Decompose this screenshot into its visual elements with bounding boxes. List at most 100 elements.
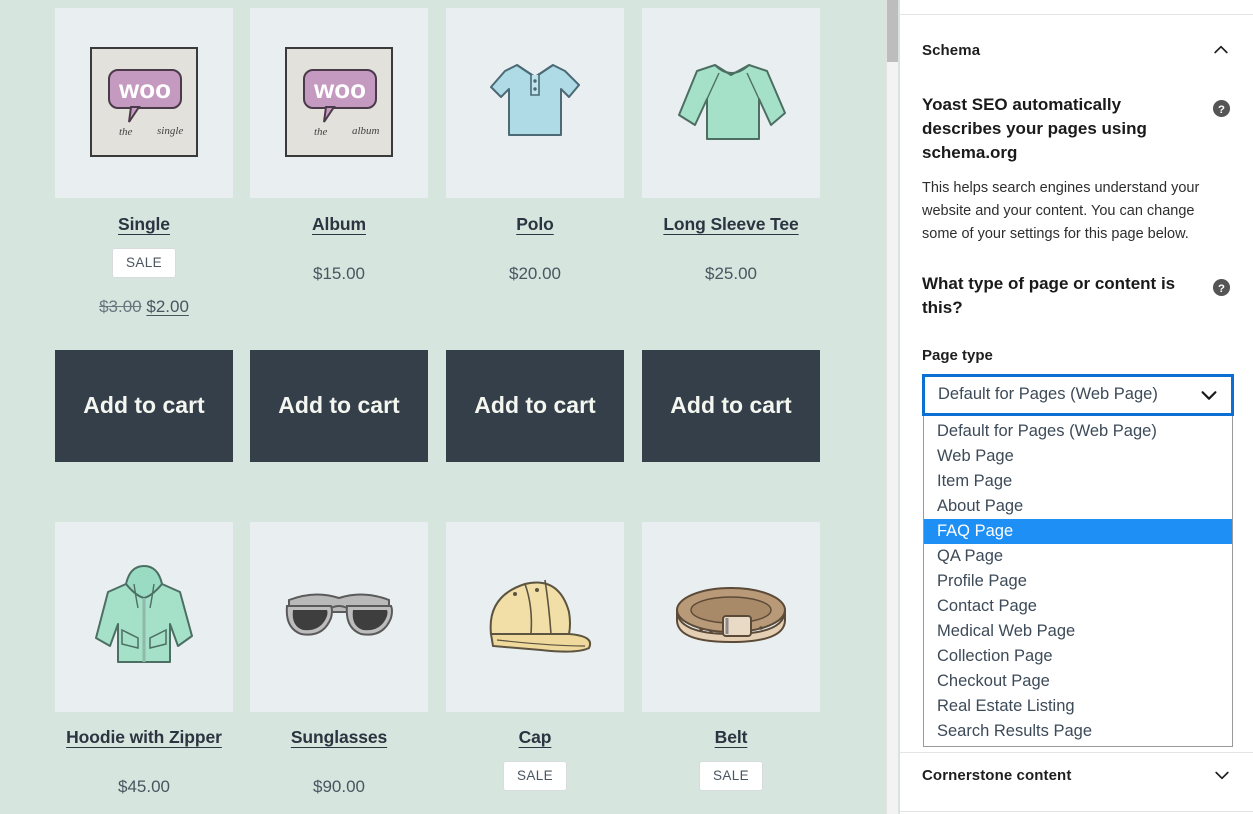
product-card xyxy=(642,522,837,712)
page-type-option[interactable]: QA Page xyxy=(924,544,1232,569)
chevron-down-icon[interactable] xyxy=(1198,384,1220,406)
product-title[interactable]: Hoodie with Zipper xyxy=(43,727,245,748)
svg-text:single: single xyxy=(157,125,183,137)
schema-panel-title: Schema xyxy=(922,42,980,59)
add-to-cart-button[interactable]: Add to cart xyxy=(446,350,624,462)
svg-text:the: the xyxy=(314,126,328,138)
page-type-option-list[interactable]: Default for Pages (Web Page)Web PageItem… xyxy=(923,416,1233,747)
price-sale[interactable]: $2.00 xyxy=(146,297,189,316)
product-image[interactable] xyxy=(446,8,624,198)
cornerstone-panel-title: Cornerstone content xyxy=(922,767,1071,784)
page-type-option[interactable]: Real Estate Listing xyxy=(924,694,1232,719)
chevron-down-icon[interactable] xyxy=(1212,765,1232,785)
schema-panel-body: Yoast SEO automatically describes your p… xyxy=(900,93,1253,416)
page-type-option[interactable]: Profile Page xyxy=(924,569,1232,594)
page-type-option[interactable]: About Page xyxy=(924,494,1232,519)
page-type-option[interactable]: Search Results Page xyxy=(924,719,1232,744)
product-info: Hoodie with Zipper $45.00 xyxy=(43,727,245,797)
schema-lead-text: Yoast SEO automatically describes your p… xyxy=(922,93,1192,165)
add-to-cart-button[interactable]: Add to cart xyxy=(55,350,233,462)
page-type-select[interactable]: Default for Pages (Web Page) xyxy=(922,374,1234,416)
page-type-label: Page type xyxy=(922,347,1231,364)
product-image[interactable]: woo the album xyxy=(250,8,428,198)
long-sleeve-tee-icon xyxy=(667,43,795,163)
product-card xyxy=(446,522,641,712)
product-title[interactable]: Sunglasses xyxy=(250,727,428,748)
product-card xyxy=(642,8,837,198)
svg-text:album: album xyxy=(352,125,380,137)
page-type-option[interactable]: Collection Page xyxy=(924,644,1232,669)
scrollbar-thumb[interactable] xyxy=(887,0,898,62)
product-image[interactable] xyxy=(642,8,820,198)
cornerstone-panel-header[interactable]: Cornerstone content xyxy=(900,753,1253,797)
product-image[interactable] xyxy=(446,522,624,712)
product-price: $3.00 $2.00 xyxy=(55,297,233,317)
page-type-option[interactable]: Checkout Page xyxy=(924,669,1232,694)
product-badge-wrap: SALE xyxy=(446,761,624,791)
product-image[interactable] xyxy=(250,522,428,712)
product-title[interactable]: Belt xyxy=(642,727,820,748)
product-info: Sunglasses $90.00 xyxy=(250,727,428,797)
product-info: Long Sleeve Tee $25.00 xyxy=(642,214,820,284)
help-circle-icon[interactable]: ? xyxy=(1212,99,1231,118)
product-title[interactable]: Album xyxy=(250,214,428,235)
product-card: woo the album xyxy=(250,8,445,198)
product-card xyxy=(250,522,445,712)
status-badge: SALE xyxy=(699,761,763,791)
svg-text:woo: woo xyxy=(313,74,366,104)
svg-text:the: the xyxy=(119,126,133,138)
yoast-seo-sidebar: Schema Yoast SEO automatically describes… xyxy=(899,0,1253,814)
page-type-option[interactable]: FAQ Page xyxy=(924,519,1232,544)
hoodie-with-zipper-icon xyxy=(82,554,206,680)
woo-album-art-icon: woo the album xyxy=(274,38,404,168)
svg-text:?: ? xyxy=(1218,104,1225,116)
add-to-cart-button[interactable]: Add to cart xyxy=(642,350,820,462)
page-type-option[interactable]: Medical Web Page xyxy=(924,619,1232,644)
polo-shirt-icon xyxy=(475,43,595,163)
product-info: Belt SALE xyxy=(642,727,820,791)
woo-single-album-art-icon: woo the single xyxy=(79,38,209,168)
product-badge-wrap: SALE xyxy=(642,761,820,791)
product-info: Single SALE $3.00 $2.00 xyxy=(55,214,233,317)
page-type-option[interactable]: Default for Pages (Web Page) xyxy=(924,419,1232,444)
page-type-option[interactable]: Item Page xyxy=(924,469,1232,494)
vertical-scrollbar[interactable] xyxy=(886,0,898,814)
divider xyxy=(900,811,1253,812)
product-image[interactable] xyxy=(642,522,820,712)
divider xyxy=(900,14,1253,15)
product-price: $90.00 xyxy=(250,777,428,797)
cornerstone-section: Cornerstone content xyxy=(900,752,1253,812)
product-title[interactable]: Single xyxy=(55,214,233,235)
product-info: Polo $20.00 xyxy=(446,214,624,284)
shop-product-grid: woo the single woo the album xyxy=(0,0,886,814)
schema-question-row: What type of page or content is this? ? xyxy=(922,272,1231,320)
chevron-up-icon[interactable] xyxy=(1211,40,1231,60)
product-info: Cap SALE xyxy=(446,727,624,791)
product-title[interactable]: Long Sleeve Tee xyxy=(642,214,820,235)
add-to-cart-button[interactable]: Add to cart xyxy=(250,350,428,462)
schema-panel-header[interactable]: Schema xyxy=(900,28,1253,72)
baseball-cap-icon xyxy=(471,562,599,672)
schema-description-text: This helps search engines understand you… xyxy=(922,177,1231,245)
page-type-option[interactable]: Contact Page xyxy=(924,594,1232,619)
status-badge: SALE xyxy=(503,761,567,791)
schema-question-text: What type of page or content is this? xyxy=(922,272,1184,320)
page-type-selected-value: Default for Pages (Web Page) xyxy=(938,385,1158,404)
product-card xyxy=(446,8,641,198)
leather-belt-icon xyxy=(667,572,795,662)
page-type-select-wrap: Default for Pages (Web Page) Default for… xyxy=(922,374,1234,416)
product-price: $15.00 xyxy=(250,264,428,284)
svg-text:woo: woo xyxy=(118,74,171,104)
product-price: $20.00 xyxy=(446,264,624,284)
help-circle-icon[interactable]: ? xyxy=(1212,278,1231,297)
product-image[interactable] xyxy=(55,522,233,712)
product-image[interactable]: woo the single xyxy=(55,8,233,198)
product-info: Album $15.00 xyxy=(250,214,428,284)
product-badge-wrap: SALE xyxy=(55,248,233,278)
price-original: $3.00 xyxy=(99,297,142,316)
product-title[interactable]: Polo xyxy=(446,214,624,235)
product-title[interactable]: Cap xyxy=(446,727,624,748)
sunglasses-icon xyxy=(275,572,403,662)
svg-text:?: ? xyxy=(1218,282,1225,294)
page-type-option[interactable]: Web Page xyxy=(924,444,1232,469)
